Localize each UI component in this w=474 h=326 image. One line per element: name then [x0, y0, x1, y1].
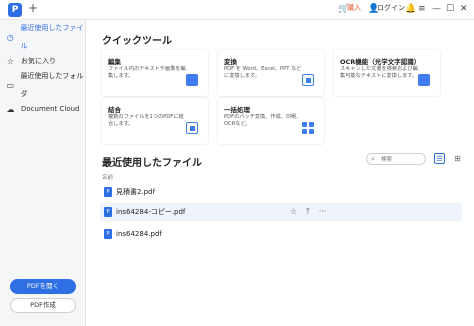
close-icon[interactable]: ✕ — [460, 3, 468, 15]
tool-card-ocr[interactable]: OCR機能（光学文字認識） スキャンした文書を検索および編集可能なテキストに変換… — [334, 50, 440, 96]
convert-icon — [302, 74, 314, 86]
card-title: 結合 — [108, 106, 121, 114]
table-row[interactable]: P 見積書2.pdf — [100, 183, 462, 201]
sidebar-item-document-cloud[interactable]: ☁ Document Cloud — [0, 100, 86, 118]
title-bar: P + 🛒 購入 👤 ログイン 🔔 ≡ — ☐ ✕ — [0, 0, 474, 20]
recent-files-heading: 最近使用したファイル — [102, 158, 202, 169]
card-title: 一括処理 — [224, 106, 250, 114]
file-name: 見積書2.pdf — [116, 188, 156, 196]
card-title: 編集 — [108, 58, 121, 66]
more-options-icon[interactable]: ··· — [319, 206, 327, 218]
minimize-icon[interactable]: — — [432, 3, 441, 15]
search-icon: ⌕ — [371, 155, 375, 163]
list-view-button[interactable]: ☰ — [434, 153, 445, 164]
row-actions: ☆ ⤒ ··· — [290, 206, 326, 218]
create-pdf-button[interactable]: PDF作成 — [10, 298, 76, 313]
quick-tools-heading: クイックツール — [102, 36, 172, 47]
menu-icon[interactable]: ≡ — [418, 3, 426, 15]
folder-icon: ▭ — [6, 80, 14, 90]
favorite-star-icon[interactable]: ☆ — [290, 206, 297, 218]
upload-icon[interactable]: ⤒ — [306, 206, 310, 218]
buy-link[interactable]: 購入 — [347, 3, 361, 13]
app-logo-icon: P — [8, 3, 22, 17]
clock-icon: ◷ — [6, 32, 14, 42]
table-row[interactable]: P ins64284-コピー.pdf ☆ ⤒ ··· — [100, 203, 462, 221]
card-description: PDFのバッチ変換、作成、印刷、OCRなど。 — [224, 114, 302, 127]
sidebar-item-label: 最近使用したファイル — [20, 24, 84, 50]
edit-icon — [186, 74, 198, 86]
batch-icon — [302, 122, 314, 134]
card-title: 変換 — [224, 58, 237, 66]
combine-icon — [186, 122, 198, 134]
sidebar-item-recent-folders[interactable]: ▭ 最近使用したフォルダ — [0, 72, 86, 98]
tool-card-batch[interactable]: 一括処理 PDFのバッチ変換、作成、印刷、OCRなど。 — [218, 98, 324, 144]
sidebar-item-label: Document Cloud — [21, 105, 80, 113]
pdf-file-icon: P — [104, 187, 112, 197]
new-tab-button[interactable]: + — [28, 1, 38, 15]
table-row[interactable]: P ins64284.pdf — [100, 225, 462, 243]
file-name: ins64284-コピー.pdf — [116, 208, 186, 216]
card-description: ファイル内のテキストや画像を編集します。 — [108, 66, 186, 79]
tool-card-combine[interactable]: 結合 複数のファイルを1つのPDFに結合します。 — [102, 98, 208, 144]
star-icon: ☆ — [6, 56, 15, 66]
search-input[interactable] — [381, 155, 423, 164]
cloud-icon: ☁ — [6, 104, 15, 114]
pdf-file-icon: P — [104, 229, 112, 239]
card-description: PDF を Word、Excel、PPT などに変換します。 — [224, 66, 302, 79]
card-description: 複数のファイルを1つのPDFに結合します。 — [108, 114, 184, 127]
card-title: OCR機能（光学文字認識） — [340, 58, 421, 66]
tool-card-convert[interactable]: 変換 PDF を Word、Excel、PPT などに変換します。 — [218, 50, 324, 96]
file-name: ins64284.pdf — [116, 230, 162, 238]
sidebar-item-label: 最近使用したフォルダ — [20, 72, 84, 98]
search-box[interactable]: ⌕ — [366, 153, 426, 165]
maximize-icon[interactable]: ☐ — [446, 3, 454, 15]
ocr-icon — [418, 74, 430, 86]
open-pdf-button[interactable]: PDFを開く — [10, 279, 76, 294]
column-header-name: 名前 — [102, 175, 114, 181]
sidebar-item-recent-files[interactable]: ◷ 最近使用したファイル — [0, 24, 86, 50]
grid-view-button[interactable]: ⊞ — [452, 153, 463, 164]
login-link[interactable]: ログイン — [377, 3, 405, 13]
tool-card-edit[interactable]: 編集 ファイル内のテキストや画像を編集します。 — [102, 50, 208, 96]
card-description: スキャンした文書を検索および編集可能なテキストに変換します。 — [340, 66, 418, 79]
bell-icon[interactable]: 🔔 — [405, 3, 416, 15]
pdf-file-icon: P — [104, 207, 112, 217]
